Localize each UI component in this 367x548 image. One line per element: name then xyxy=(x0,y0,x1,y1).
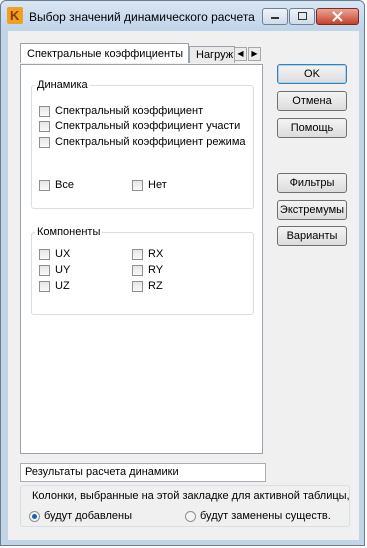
app-icon: K xyxy=(7,7,23,24)
spectral-coef-checkbox[interactable] xyxy=(39,106,50,117)
maximize-icon xyxy=(298,12,307,20)
ry-checkbox[interactable] xyxy=(132,265,143,276)
close-icon xyxy=(332,11,343,22)
title-bar[interactable]: K Выбор значений динамического расчета xyxy=(1,1,364,31)
add-columns-radio[interactable] xyxy=(29,511,40,522)
spectral-coef-participation-checkbox[interactable] xyxy=(39,121,50,132)
window-title: Выбор значений динамического расчета xyxy=(29,10,255,24)
minimize-button[interactable] xyxy=(262,8,288,25)
none-checkbox[interactable] xyxy=(132,180,143,191)
result-name-field[interactable]: Результаты расчета динамики xyxy=(20,463,266,482)
replace-columns-label: будут заменены существ. xyxy=(200,510,331,522)
rz-checkbox[interactable] xyxy=(132,281,143,292)
uy-label: UY xyxy=(55,264,71,276)
spectral-coef-mode-checkbox[interactable] xyxy=(39,137,50,148)
rz-label: RZ xyxy=(148,280,163,292)
dynamics-legend: Динамика xyxy=(37,79,88,91)
help-button[interactable]: Помощь xyxy=(277,118,347,138)
maximize-button[interactable] xyxy=(289,8,315,25)
extremes-button[interactable]: Экстремумы xyxy=(277,200,347,220)
rx-label: RX xyxy=(148,248,164,260)
minimize-icon xyxy=(271,17,279,19)
variants-button[interactable]: Варианты xyxy=(277,226,347,246)
replace-columns-radio[interactable] xyxy=(185,511,196,522)
add-columns-label: будут добавлены xyxy=(44,510,133,522)
all-label: Все xyxy=(55,179,74,191)
ry-label: RY xyxy=(148,264,164,276)
uy-checkbox[interactable] xyxy=(39,265,50,276)
uz-label: UZ xyxy=(55,280,70,292)
ux-checkbox[interactable] xyxy=(39,249,50,260)
all-checkbox[interactable] xyxy=(39,180,50,191)
close-button[interactable] xyxy=(316,8,359,25)
tab-scroll-left-icon[interactable]: ◀ xyxy=(234,47,247,61)
spectral-coef-mode-label: Спектральный коэффициент режима xyxy=(55,136,246,148)
components-legend: Компоненты xyxy=(37,226,101,238)
tab-scroll-right-icon[interactable]: ▶ xyxy=(248,47,261,61)
spectral-coef-participation-label: Спектральный коэффициент участи xyxy=(55,120,241,132)
ux-label: UX xyxy=(55,248,71,260)
none-label: Нет xyxy=(148,179,167,191)
cancel-button[interactable]: Отмена xyxy=(277,91,347,111)
rx-checkbox[interactable] xyxy=(132,249,143,260)
tab-spectral-coefficients[interactable]: Спектральные коэффициенты xyxy=(20,43,189,63)
uz-checkbox[interactable] xyxy=(39,281,50,292)
filters-button[interactable]: Фильтры xyxy=(277,173,347,193)
tab-loads[interactable]: Нагруж xyxy=(189,46,235,63)
spectral-coef-label: Спектральный коэффициент xyxy=(55,105,204,117)
ok-button[interactable]: OK xyxy=(277,64,347,84)
columns-group-text: Колонки, выбранные на этой закладке для … xyxy=(32,490,350,502)
